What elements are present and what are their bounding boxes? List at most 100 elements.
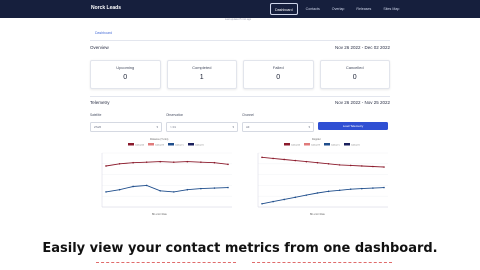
series-line [105,184,229,193]
data-point [372,165,374,168]
data-point [132,185,134,188]
distance-chart: Contact A Contact B Contact C Contact D [101,143,232,208]
doppler-chart: Contact A Contact B Contact C Contact D [257,143,388,208]
observation-select[interactable]: > 01 ▾ [166,122,238,132]
card-upcoming: Upcoming 0 [90,60,161,89]
legend-swatch [344,143,350,146]
data-point [172,191,175,193]
data-point [305,194,308,196]
data-point [327,163,330,165]
data-point [261,156,263,159]
legend-swatch [284,143,290,146]
data-point [227,163,229,166]
data-point [200,161,202,163]
data-point [186,160,189,163]
telemetry-range: Nov 26 2022 - Nov 25 2022 [334,100,390,105]
chart-title: Bit error Rate [310,213,325,216]
select-value: ZS26 [94,125,102,129]
legend-swatch [128,143,134,146]
card-label: Completed [192,65,212,70]
data-point [327,190,330,193]
data-point [159,190,162,192]
series-line [261,156,385,168]
chevron-down-icon: ▾ [156,124,158,129]
legend-label: Contact A [135,144,144,147]
chevron-down-icon: ▾ [308,124,310,129]
card-value: 1 [199,74,204,81]
nav-contacts[interactable]: Contacts [302,3,324,15]
legend-swatch [148,143,154,146]
legend-swatch [324,143,330,146]
load-telemetry-button[interactable]: Load Telemetry [318,122,388,130]
card-completed: Completed 1 [166,60,237,89]
card-value: 0 [123,74,128,81]
brand-logo[interactable]: Norck Leads [91,5,121,11]
data-point [305,160,308,163]
overview-title: Overview [90,45,109,50]
data-point [213,161,216,164]
data-point [105,191,107,193]
data-point [213,187,216,189]
channel-select[interactable]: All ▾ [242,122,314,132]
card-cancelled: Cancelled 0 [319,60,390,89]
data-point [383,166,385,168]
data-point [383,186,385,189]
overview-cards: Upcoming 0 Completed 1 Failed 0 Cancelle… [90,60,390,89]
legend-label: Contact C [331,144,340,147]
channel-label: Channel [242,113,254,117]
data-point [294,196,297,199]
data-point [361,165,363,167]
nav-sites-map[interactable]: Sites Map [379,3,403,15]
data-point [316,192,319,194]
chart-title: Bit error Rate [152,213,167,216]
breadcrumb[interactable]: Dashboard [95,31,112,35]
telemetry-title: Telemetry [90,100,110,105]
card-label: Failed [272,65,284,70]
overview-range: Nov 26 2022 - Dec 02 2022 [334,45,390,50]
data-point [186,188,189,191]
status-strip: Last updated 5 min ago [225,18,252,21]
chevron-down-icon: ▾ [232,124,234,129]
data-point [145,184,148,187]
data-point [118,163,121,165]
top-navbar: Norck Leads Dashboard Contacts Overlap R… [0,0,480,18]
nav-dashboard[interactable]: Dashboard [270,3,298,15]
card-value: 0 [276,74,281,81]
legend-label: Contact C [175,144,184,147]
legend-label: Contact D [351,144,360,147]
data-point [105,165,107,167]
data-point [272,157,274,160]
data-point [338,189,341,192]
chart-gridline [96,262,236,263]
data-point [172,161,175,163]
data-point [349,188,352,190]
select-value: > 01 [170,125,176,129]
data-point [338,164,341,166]
observation-label: Observation [166,113,184,117]
card-label: Upcoming [116,65,135,70]
card-value: 0 [352,74,357,81]
nav-releases[interactable]: Releases [352,3,375,15]
legend-label: Contact D [195,144,204,147]
data-point [283,198,285,201]
legend-label: Contact A [291,144,300,147]
data-point [227,186,229,189]
data-point [316,161,319,164]
legend-swatch [188,143,194,146]
select-value: All [246,125,250,129]
legend-swatch [168,143,174,146]
nav-overlap[interactable]: Overlap [328,3,349,15]
satellite-select[interactable]: ZS26 ▾ [90,122,162,132]
data-point [283,158,285,161]
legend-label: Contact B [155,144,164,147]
data-point [372,187,374,189]
card-failed: Failed 0 [243,60,314,89]
video-caption: Easily view your contact metrics from on… [42,241,438,256]
data-point [145,161,148,163]
series-line [261,187,385,205]
chart-gridline [252,262,392,263]
legend-swatch [304,143,310,146]
data-point [132,161,134,164]
legend-label: Contact B [311,144,320,147]
divider [90,40,390,41]
